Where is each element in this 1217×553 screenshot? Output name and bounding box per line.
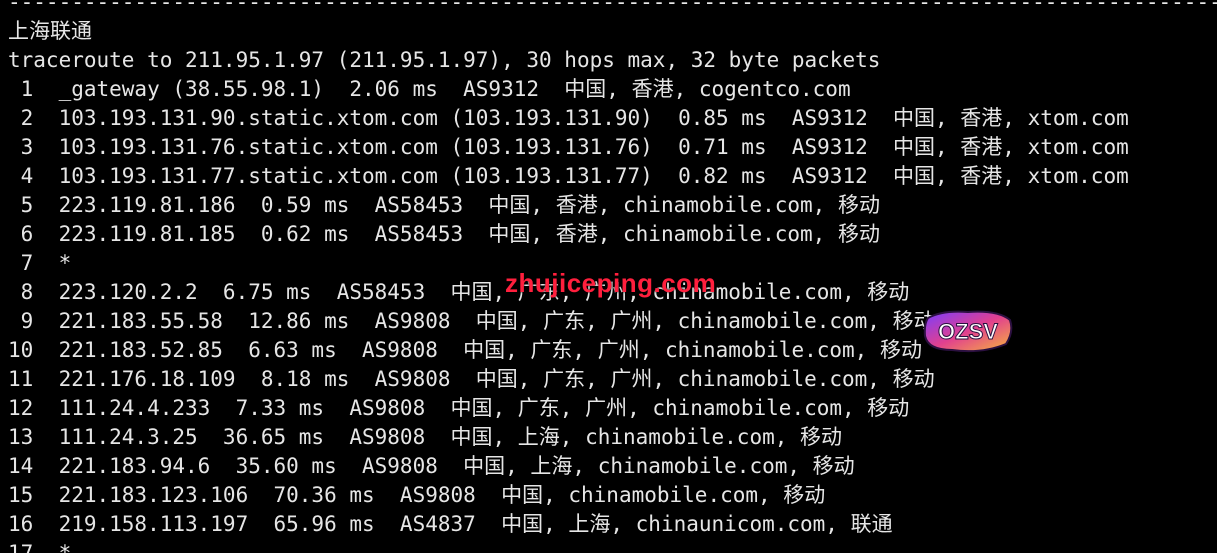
hop-line-14: 14 221.183.94.6 35.60 ms AS9808 中国, 上海, … [8, 454, 855, 478]
ozsv-badge-text: OZSV [938, 319, 998, 344]
section-title: 上海联通 [8, 19, 92, 43]
hop-line-2: 2 103.193.131.90.static.xtom.com (103.19… [8, 106, 1129, 130]
hop-line-16: 16 219.158.113.197 65.96 ms AS4837 中国, 上… [8, 512, 893, 536]
hop-line-6: 6 223.119.81.185 0.62 ms AS58453 中国, 香港,… [8, 222, 880, 246]
hop-line-9: 9 221.183.55.58 12.86 ms AS9808 中国, 广东, … [8, 309, 935, 333]
separator-line: ----------------------------------------… [8, 0, 1217, 14]
hop-line-13: 13 111.24.3.25 36.65 ms AS9808 中国, 上海, c… [8, 425, 843, 449]
ozsv-logo-badge-icon: OZSV [923, 310, 1013, 353]
hop-line-1: 1 _gateway (38.55.98.1) 2.06 ms AS9312 中… [8, 77, 851, 101]
hop-line-11: 11 221.176.18.109 8.18 ms AS9808 中国, 广东,… [8, 367, 935, 391]
hop-line-12: 12 111.24.4.233 7.33 ms AS9808 中国, 广东, 广… [8, 396, 910, 420]
hop-line-3: 3 103.193.131.76.static.xtom.com (103.19… [8, 135, 1129, 159]
hop-line-7: 7 * [8, 251, 72, 275]
hop-line-10: 10 221.183.52.85 6.63 ms AS9808 中国, 广东, … [8, 338, 922, 362]
traceroute-command: traceroute to 211.95.1.97 (211.95.1.97),… [8, 48, 881, 72]
hop-line-8: 8 223.120.2.2 6.75 ms AS58453 中国, 广东, 广州… [8, 280, 910, 304]
hop-line-15: 15 221.183.123.106 70.36 ms AS9808 中国, c… [8, 483, 826, 507]
terminal-window: ----------------------------------------… [0, 0, 1217, 553]
hop-line-5: 5 223.119.81.186 0.59 ms AS58453 中国, 香港,… [8, 193, 880, 217]
hop-line-17: 17 * [8, 541, 72, 553]
hop-line-4: 4 103.193.131.77.static.xtom.com (103.19… [8, 164, 1129, 188]
watermark-text: zhujiceping.com [505, 268, 717, 298]
